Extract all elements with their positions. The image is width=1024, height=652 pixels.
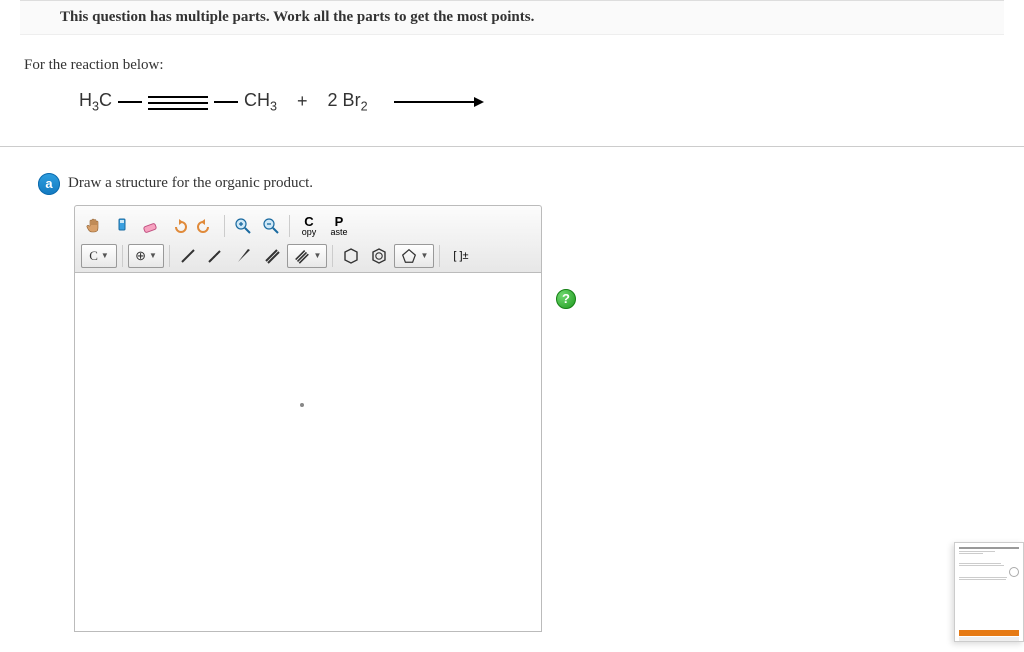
wedge-bond-icon[interactable] (231, 244, 257, 268)
charge-brackets-button[interactable]: [ ]± (445, 244, 477, 268)
chain-bond-icon[interactable] (203, 244, 229, 268)
selection-tool-icon[interactable] (109, 214, 135, 238)
question-prompt: For the reaction below: H3C CH3 + 2 Br2 (0, 35, 1024, 147)
paste-button[interactable]: Paste (325, 212, 353, 240)
triple-bond-dropdown[interactable]: ▼ (287, 244, 327, 268)
chevron-down-icon: ▼ (101, 251, 109, 260)
hand-tool-icon[interactable] (81, 214, 107, 238)
zoom-out-icon[interactable] (258, 214, 284, 238)
floating-page-preview[interactable] (954, 542, 1024, 642)
bond-left (118, 101, 142, 103)
bond-right (214, 101, 238, 103)
chevron-down-icon: ▼ (421, 251, 429, 260)
double-bond-icon[interactable] (259, 244, 285, 268)
help-button[interactable]: ? (556, 289, 576, 309)
part-badge-a: a (38, 173, 60, 195)
structure-editor: Copy Paste C▼ ⊕▼ (74, 205, 542, 632)
instructions-banner: This question has multiple parts. Work a… (20, 0, 1004, 35)
part-instruction: Draw a structure for the organic product… (68, 175, 313, 192)
benzene-icon[interactable] (366, 244, 392, 268)
reaction-equation: H3C CH3 + 2 Br2 (24, 90, 1024, 114)
add-dropdown[interactable]: ⊕▼ (128, 244, 164, 268)
drawing-canvas[interactable] (74, 272, 542, 632)
chevron-down-icon: ▼ (149, 251, 157, 260)
atom-dropdown[interactable]: C▼ (81, 244, 117, 268)
cyclohexane-icon[interactable] (338, 244, 364, 268)
copy-button[interactable]: Copy (295, 212, 323, 240)
editor-toolbar: Copy Paste C▼ ⊕▼ (74, 205, 542, 272)
cursor-indicator (300, 403, 304, 407)
eraser-tool-icon[interactable] (137, 214, 163, 238)
ring-dropdown[interactable]: ▼ (394, 244, 434, 268)
redo-icon[interactable] (193, 214, 219, 238)
single-bond-icon[interactable] (175, 244, 201, 268)
prompt-intro: For the reaction below: (24, 57, 1024, 82)
chevron-down-icon: ▼ (314, 251, 322, 260)
zoom-in-icon[interactable] (230, 214, 256, 238)
undo-icon[interactable] (165, 214, 191, 238)
reaction-arrow (394, 97, 484, 107)
